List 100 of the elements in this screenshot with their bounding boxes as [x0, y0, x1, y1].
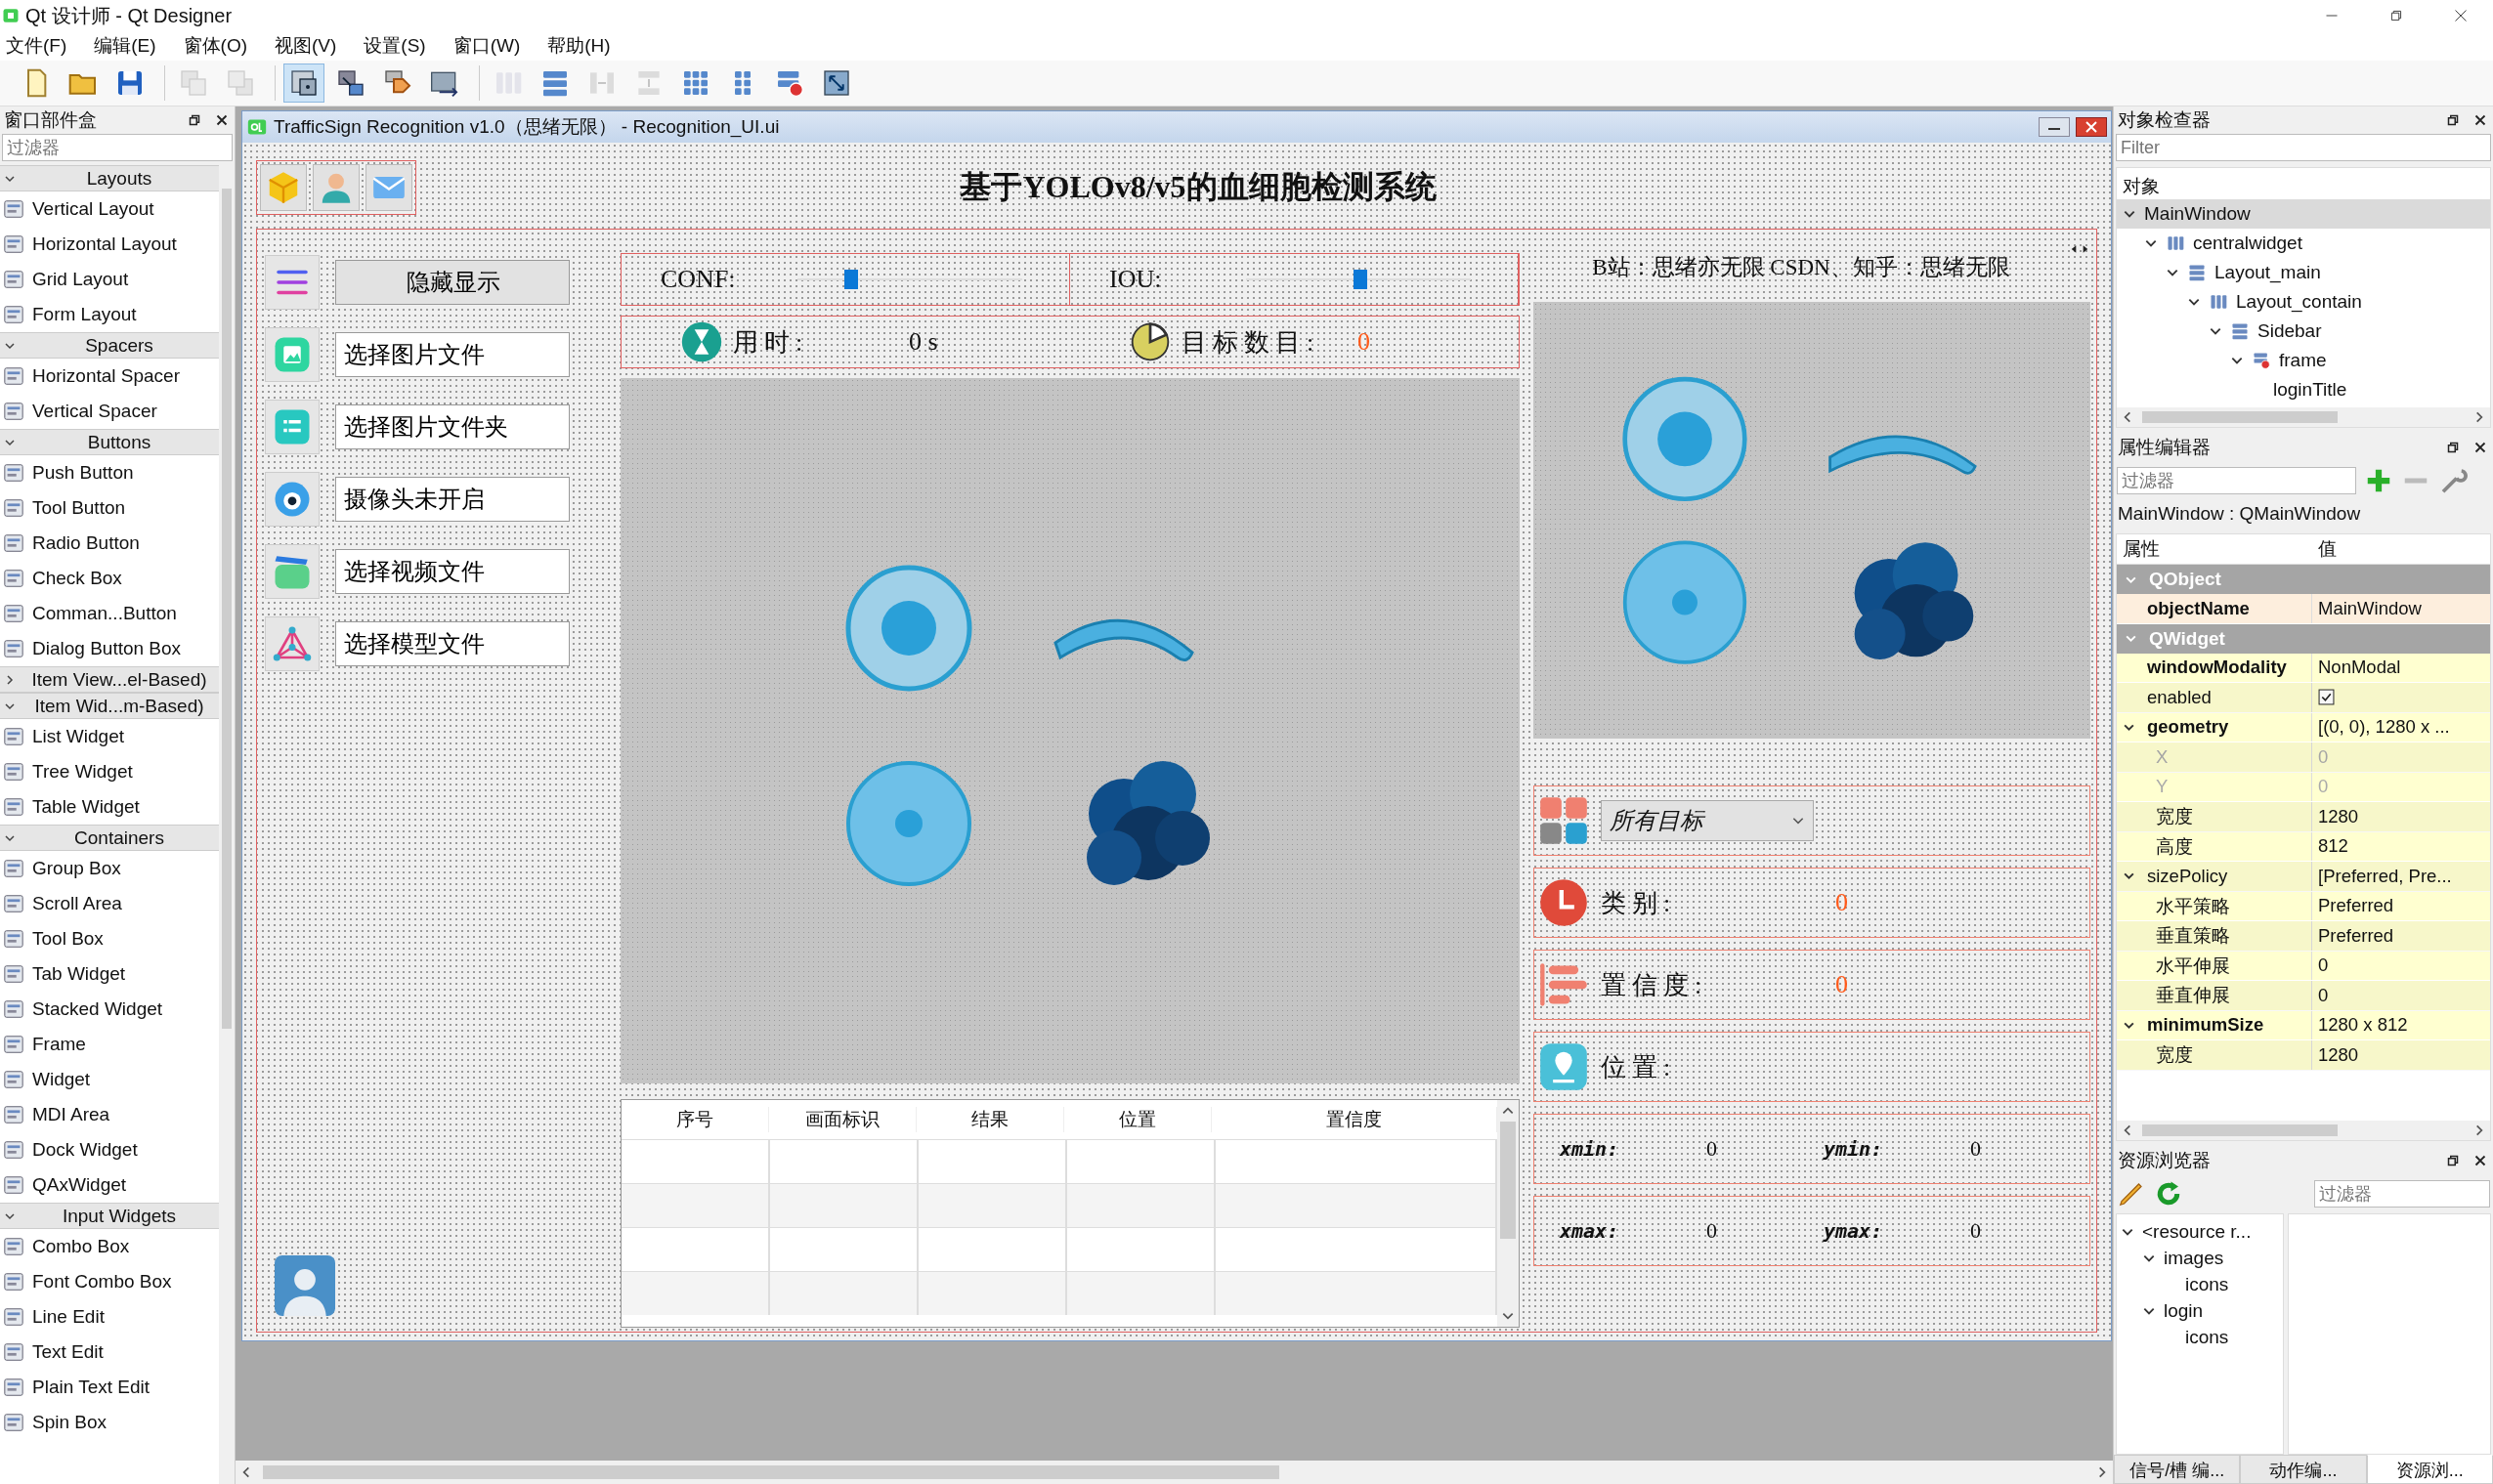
menu-item[interactable]: 视图(V): [275, 33, 337, 59]
resource-item[interactable]: icons: [2185, 1273, 2229, 1295]
widget-item[interactable]: Vertical Spacer: [32, 401, 157, 422]
property-value[interactable]: Preferred: [2318, 924, 2394, 947]
column-header[interactable]: 序号: [622, 1107, 769, 1132]
widget-item[interactable]: Horizontal Layout: [32, 233, 177, 255]
widget-item[interactable]: Line Edit: [32, 1306, 105, 1328]
menu-item[interactable]: 窗体(O): [183, 33, 248, 59]
widget-item[interactable]: Tool Box: [32, 928, 104, 950]
sidebar-button[interactable]: 选择图片文件: [335, 332, 570, 377]
property-value[interactable]: 812: [2318, 835, 2348, 858]
category-header[interactable]: Layouts: [0, 165, 219, 191]
scrollbar[interactable]: [2117, 407, 2490, 427]
widget-item[interactable]: QAxWidget: [32, 1174, 127, 1196]
tree-item[interactable]: Layout_contain: [2117, 287, 2490, 317]
left-right-arrows-icon[interactable]: [2069, 243, 2090, 255]
category-header[interactable]: Item Wid...m-Based): [0, 693, 219, 719]
widget-item[interactable]: Comman...Button: [32, 603, 177, 624]
widget-item[interactable]: Group Box: [32, 858, 121, 879]
filter-field[interactable]: 过滤器: [2117, 467, 2356, 494]
minimize-icon[interactable]: [2039, 117, 2070, 137]
tree-item[interactable]: loginTitle: [2117, 375, 2490, 404]
widget-item[interactable]: Combo Box: [32, 1236, 130, 1257]
sidebar-button[interactable]: 隐藏显示: [335, 260, 570, 305]
widget-item[interactable]: List Widget: [32, 726, 124, 747]
widget-item[interactable]: Plain Text Edit: [32, 1377, 150, 1398]
menu-item[interactable]: 窗口(W): [452, 33, 521, 59]
sidebar-button[interactable]: 选择模型文件: [335, 621, 570, 666]
property-value[interactable]: [(0, 0), 1280 x ...: [2318, 716, 2450, 739]
category-header[interactable]: Item View...el-Based): [0, 666, 219, 693]
widget-item[interactable]: Dock Widget: [32, 1139, 138, 1161]
scrollbar[interactable]: [1497, 1100, 1519, 1327]
property-value[interactable]: 0: [2318, 954, 2329, 977]
category-header[interactable]: Buttons: [0, 429, 219, 455]
tree-item[interactable]: Sidebar: [2117, 317, 2490, 346]
menu-item[interactable]: 帮助(H): [547, 33, 611, 59]
resource-item[interactable]: images: [2164, 1247, 2224, 1269]
widget-item[interactable]: Push Button: [32, 462, 134, 484]
property-value[interactable]: 1280: [2318, 805, 2359, 827]
column-header[interactable]: 值: [2312, 536, 2490, 562]
filter-field[interactable]: Filter: [2116, 134, 2491, 161]
widget-item[interactable]: Scroll Area: [32, 893, 122, 914]
widget-item[interactable]: MDI Area: [32, 1104, 110, 1125]
widget-item[interactable]: Grid Layout: [32, 269, 129, 290]
icon-button[interactable]: [265, 255, 320, 310]
property-value[interactable]: 1280 x 812: [2318, 1014, 2408, 1037]
widget-item[interactable]: Tool Button: [32, 497, 126, 519]
widget-item[interactable]: Radio Button: [32, 532, 140, 554]
category-header[interactable]: Spacers: [0, 332, 219, 359]
tree-item[interactable]: Layout_main: [2117, 258, 2490, 287]
close-icon[interactable]: [2076, 117, 2107, 137]
filter-field[interactable]: 过滤器: [2, 134, 233, 161]
sidebar-button[interactable]: 摄像头未开启: [335, 477, 570, 522]
property-value[interactable]: 0: [2318, 984, 2329, 1006]
column-header[interactable]: 结果: [917, 1107, 1064, 1132]
resource-item[interactable]: login: [2164, 1299, 2204, 1322]
property-value[interactable]: Preferred: [2318, 895, 2394, 917]
column-header[interactable]: 画面标识: [769, 1107, 917, 1132]
property-value[interactable]: NonModal: [2318, 657, 2401, 679]
checkbox[interactable]: [2318, 689, 2335, 706]
widget-item[interactable]: Font Combo Box: [32, 1271, 172, 1293]
widget-item[interactable]: Form Layout: [32, 304, 137, 325]
widget-item[interactable]: Vertical Layout: [32, 198, 154, 220]
widget-item[interactable]: Stacked Widget: [32, 998, 163, 1020]
widget-item[interactable]: Widget: [32, 1069, 91, 1090]
widget-item[interactable]: Tab Widget: [32, 963, 126, 985]
sidebar-button[interactable]: 选择视频文件: [335, 549, 570, 594]
column-header[interactable]: 属性: [2117, 536, 2312, 562]
property-value[interactable]: [Preferred, Pre...: [2318, 865, 2452, 887]
widget-item[interactable]: Horizontal Spacer: [32, 365, 181, 387]
scrollbar[interactable]: [2117, 1121, 2490, 1140]
toolbar-button[interactable]: [283, 64, 324, 103]
property-value[interactable]: 1280: [2318, 1043, 2359, 1066]
widget-item[interactable]: Table Widget: [32, 796, 140, 818]
tab[interactable]: 动作编...: [2240, 1455, 2367, 1484]
widget-item[interactable]: Frame: [32, 1034, 86, 1055]
property-value[interactable]: MainWindow: [2318, 597, 2422, 619]
scrollbar[interactable]: [236, 1461, 2113, 1484]
icon-button[interactable]: [265, 544, 320, 599]
target-dropdown[interactable]: 所有目标: [1601, 800, 1814, 841]
slider-handle[interactable]: [844, 270, 859, 289]
column-header[interactable]: 对象: [2123, 174, 2160, 199]
tree-item[interactable]: centralwidget: [2117, 229, 2490, 258]
widget-item[interactable]: Tree Widget: [32, 761, 133, 783]
widget-item[interactable]: Spin Box: [32, 1412, 107, 1433]
widget-item[interactable]: Dialog Button Box: [32, 638, 182, 659]
icon-button[interactable]: [265, 616, 320, 671]
icon-button[interactable]: [265, 472, 320, 527]
column-header[interactable]: 位置: [1064, 1107, 1212, 1132]
resource-item[interactable]: icons: [2185, 1326, 2229, 1348]
category-header[interactable]: Input Widgets: [0, 1203, 219, 1229]
tree-item[interactable]: frame: [2117, 346, 2490, 375]
slider-handle[interactable]: [1354, 270, 1368, 289]
tab[interactable]: 资源浏...: [2366, 1455, 2493, 1484]
category-header[interactable]: Containers: [0, 825, 219, 851]
menu-item[interactable]: 编辑(E): [94, 33, 156, 59]
tab[interactable]: 信号/槽 编...: [2114, 1455, 2241, 1484]
filter-field[interactable]: 过滤器: [2314, 1180, 2490, 1208]
menu-item[interactable]: 设置(S): [364, 33, 426, 59]
menu-item[interactable]: 文件(F): [6, 33, 67, 59]
